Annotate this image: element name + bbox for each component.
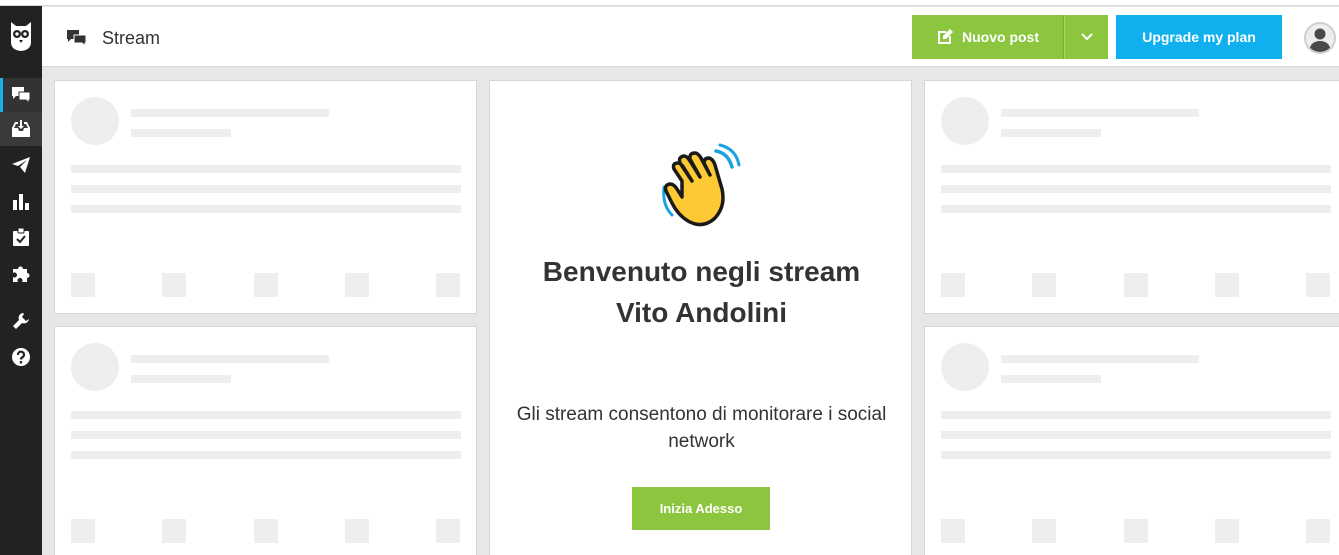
- skeleton-card: [54, 80, 477, 314]
- welcome-card: Benvenuto negli stream Vito Andolini Gli…: [489, 80, 912, 555]
- user-name: Vito Andolini: [615, 297, 788, 328]
- sidebar-item-tools[interactable]: [0, 304, 42, 338]
- welcome-description: Gli stream consentono di monitorare i so…: [516, 404, 887, 452]
- top-header: Stream Nuovo post Upgrade my plan: [42, 7, 1339, 67]
- avatar[interactable]: [1304, 22, 1336, 54]
- window-top-border: [0, 0, 1339, 6]
- apps-icon: [13, 266, 30, 282]
- help-icon: [12, 348, 30, 366]
- assignments-icon: [13, 228, 29, 246]
- new-post-dropdown-button[interactable]: [1064, 15, 1108, 59]
- analytics-icon: [13, 194, 29, 210]
- welcome-title: Benvenuto negli stream Vito Andolini: [490, 251, 913, 333]
- sidebar-item-help[interactable]: [0, 340, 42, 374]
- skeleton-card: [924, 80, 1339, 314]
- new-post-label: Nuovo post: [962, 29, 1039, 45]
- sidebar-item-publisher[interactable]: [0, 148, 42, 182]
- user-icon: [1309, 28, 1331, 52]
- start-button[interactable]: Inizia Adesso: [632, 487, 770, 530]
- sidebar-item-analytics[interactable]: [0, 184, 42, 218]
- skeleton-card: [924, 326, 1339, 555]
- inbox-icon: [12, 120, 30, 137]
- streams-icon: [66, 29, 88, 52]
- sidebar-item-apps[interactable]: [0, 256, 42, 290]
- sidebar-item-assignments[interactable]: [0, 220, 42, 254]
- new-post-button[interactable]: Nuovo post: [912, 15, 1064, 59]
- upgrade-plan-button[interactable]: Upgrade my plan: [1116, 15, 1282, 59]
- tools-icon: [13, 313, 29, 329]
- compose-icon: [938, 29, 953, 44]
- sidebar-item-streams[interactable]: [0, 78, 42, 112]
- waving-hand-icon: [662, 141, 742, 231]
- publisher-icon: [12, 157, 30, 173]
- streams-icon: [12, 87, 31, 104]
- owl-logo-icon[interactable]: [8, 20, 34, 52]
- chevron-down-icon: [1080, 33, 1093, 41]
- page-title: Stream: [102, 28, 161, 48]
- sidebar: [0, 6, 42, 555]
- sidebar-item-inbox[interactable]: [0, 112, 42, 146]
- skeleton-card: [54, 326, 477, 555]
